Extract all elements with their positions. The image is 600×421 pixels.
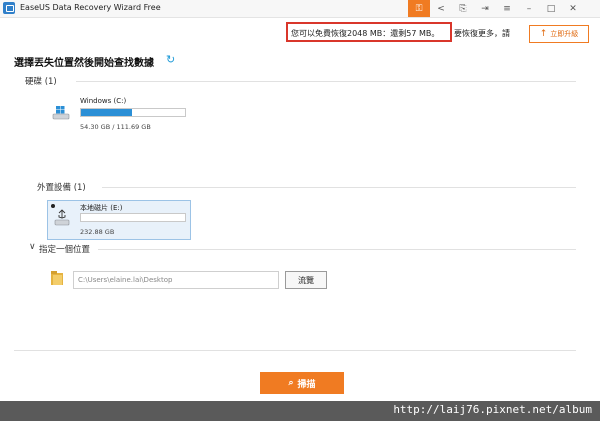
drive-e-usage-bar — [80, 213, 186, 222]
browse-button[interactable]: 流覽 — [285, 271, 327, 289]
upgrade-button[interactable]: ↑ 立即升級 — [529, 25, 589, 43]
minimize-icon[interactable]: – — [518, 0, 540, 17]
quota-more-text: 要恢復更多，請 — [454, 29, 510, 38]
drive-c-name: Windows (C:) — [80, 97, 127, 105]
section-title-external: 外置設備 (1) — [37, 183, 86, 193]
windows-drive-icon — [52, 106, 70, 120]
export-icon[interactable]: ⎘ — [452, 0, 474, 17]
section-title-location: 指定一個位置 — [39, 245, 91, 255]
upgrade-label: 立即升級 — [550, 30, 579, 38]
title-bar: EaseUS Data Recovery Wizard Free ⚿ < ⎘ ⇥… — [0, 0, 600, 18]
folder-icon — [51, 271, 63, 285]
quota-text: 您可以免費恢復2048 MB：還剩57 MB。 — [291, 29, 440, 38]
selected-dot-icon — [51, 204, 55, 208]
watermark-text: http://laij76.pixnet.net/album — [393, 403, 592, 416]
menu-icon[interactable]: ≡ — [496, 0, 518, 17]
window-title: EaseUS Data Recovery Wizard Free — [20, 3, 161, 12]
drive-c-usage-fill — [81, 109, 132, 116]
divider — [14, 350, 576, 351]
scan-button[interactable]: ⌕ 掃描 — [260, 372, 344, 394]
path-input[interactable] — [73, 271, 279, 289]
drive-c-size: 54.30 GB / 111.69 GB — [80, 123, 151, 131]
drive-e-size: 232.88 GB — [80, 228, 115, 236]
drive-e-card[interactable]: 本地磁片 (E:) 232.88 GB — [47, 200, 191, 240]
maximize-icon[interactable]: □ — [540, 0, 562, 17]
exit-icon[interactable]: ⇥ — [474, 0, 496, 17]
divider — [102, 187, 576, 188]
activation-key-icon[interactable]: ⚿ — [408, 0, 430, 17]
close-icon[interactable]: ✕ — [562, 0, 584, 17]
app-logo-icon — [3, 2, 15, 14]
page-title: 選擇丟失位置然後開始查找數據 — [14, 58, 154, 69]
drive-e-name: 本地磁片 (E:) — [80, 204, 123, 212]
upload-arrow-icon: ↑ — [539, 28, 548, 39]
divider — [76, 81, 576, 82]
search-icon: ⌕ — [288, 378, 294, 388]
scan-label: 掃描 — [297, 379, 316, 390]
drive-c-usage-bar — [80, 108, 186, 117]
divider — [98, 249, 576, 250]
chevron-down-icon[interactable]: ∨ — [29, 242, 36, 252]
usb-drive-icon — [54, 209, 70, 226]
section-title-hard-disks: 硬碟 (1) — [25, 77, 57, 87]
refresh-icon[interactable]: ↻ — [166, 53, 175, 66]
share-icon[interactable]: < — [430, 0, 452, 17]
